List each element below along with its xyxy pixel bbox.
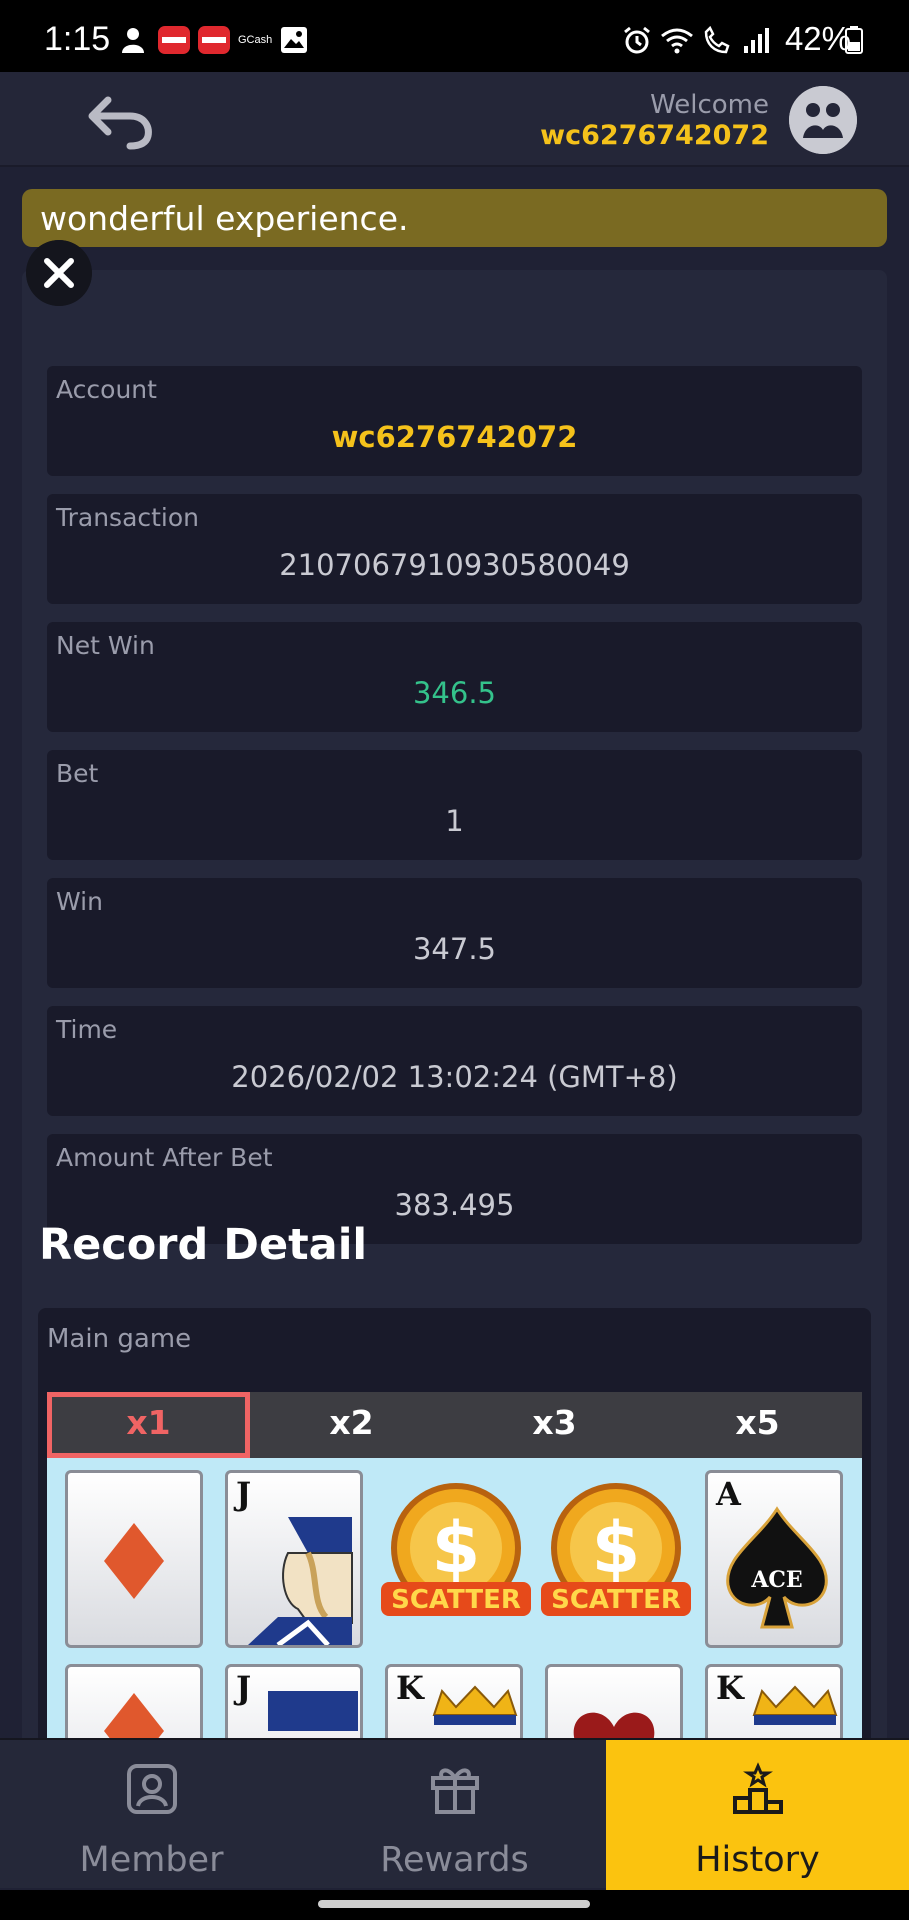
announcement-marquee: wonderful experience. (22, 189, 887, 247)
card-rank: K (396, 1669, 424, 1707)
battery-percent: 42% (784, 20, 851, 57)
close-icon[interactable] (26, 240, 92, 306)
field-net-win: Net Win 346.5 (47, 622, 862, 732)
field-value: 2107067910930580049 (279, 548, 630, 582)
tab-x2[interactable]: x2 (250, 1392, 453, 1458)
status-bar: 1:15 GCash 42% (0, 0, 909, 72)
field-value: 1 (445, 804, 464, 838)
nav-label: Rewards (380, 1840, 529, 1880)
scatter-label: SCATTER (551, 1585, 681, 1615)
multiplier-tabs: x1 x2 x3 x5 (47, 1392, 862, 1458)
field-value: 383.495 (394, 1188, 515, 1222)
field-label: Bet (56, 759, 99, 788)
field-label: Time (56, 1015, 118, 1044)
marquee-text: wonderful experience. (40, 199, 409, 238)
field-label: Net Win (56, 631, 155, 660)
status-time: 1:15 (44, 20, 111, 58)
home-indicator[interactable] (318, 1900, 590, 1908)
field-label: Account (56, 375, 157, 404)
card-rank: K (716, 1669, 744, 1707)
nav-rewards[interactable]: Rewards (303, 1740, 606, 1890)
battery-icon (845, 26, 863, 54)
back-arrow-icon[interactable] (86, 92, 156, 152)
tab-x1[interactable]: x1 (47, 1392, 250, 1458)
field-value: 347.5 (412, 932, 497, 966)
field-label: Win (56, 887, 103, 916)
app-screen: Welcome wc6276742072 wonderful experienc… (0, 72, 909, 1890)
field-account: Account wc6276742072 (47, 366, 862, 476)
nav-label: Member (79, 1840, 224, 1880)
nav-label: History (695, 1840, 820, 1880)
jack-card: J (225, 1470, 363, 1648)
crown-icon (752, 1685, 838, 1725)
tab-x5[interactable]: x5 (656, 1392, 859, 1458)
welcome-username: wc6276742072 (540, 120, 769, 151)
svg-text:$: $ (592, 1507, 641, 1589)
field-value: 2026/02/02 13:02:24 (GMT+8) (231, 1060, 678, 1094)
field-value: 346.5 (412, 676, 497, 710)
field-win: Win 347.5 (47, 878, 862, 988)
card-rank: J (236, 1669, 252, 1707)
ace-label: ACE (750, 1567, 802, 1593)
field-label: Transaction (56, 503, 200, 532)
jack-face-icon (248, 1517, 353, 1645)
app-icon-red-2 (198, 26, 230, 54)
spade-icon: ACE (726, 1506, 828, 1629)
alarm-icon (624, 26, 650, 54)
app-icon-red-1 (158, 26, 190, 54)
svg-text:$: $ (432, 1507, 481, 1589)
card-rank: J (236, 1475, 252, 1513)
field-value: wc6276742072 (331, 420, 578, 454)
signal-icon (744, 28, 769, 53)
field-bet: Bet 1 (47, 750, 862, 860)
welcome-label: Welcome (650, 90, 769, 120)
record-detail-title: Record Detail (39, 1220, 368, 1270)
field-time: Time 2026/02/02 13:02:24 (GMT+8) (47, 1006, 862, 1116)
scatter-coin-icon: $ SCATTER (381, 1483, 531, 1616)
nav-member[interactable]: Member (0, 1740, 303, 1890)
scatter-label: SCATTER (391, 1585, 521, 1615)
member-icon (126, 1764, 177, 1814)
wifi-icon (661, 28, 693, 54)
avatar-icon[interactable] (789, 86, 857, 154)
diamond-card-icon (65, 1470, 203, 1648)
user-silhouette-icon (122, 28, 144, 53)
gcash-icon: GCash (238, 34, 273, 46)
crown-icon (432, 1685, 518, 1725)
gallery-icon (281, 27, 307, 53)
diamond-suit-icon (104, 1523, 164, 1599)
jack-hat-icon (268, 1691, 358, 1731)
gift-icon (430, 1768, 479, 1814)
field-label: Amount After Bet (56, 1143, 273, 1172)
ace-card: A ACE (705, 1470, 843, 1648)
bottom-nav: Member Rewards History (0, 1738, 909, 1890)
main-game-label: Main game (47, 1324, 192, 1354)
scatter-coin-icon: $ SCATTER (541, 1483, 691, 1616)
top-header: Welcome wc6276742072 (0, 72, 909, 167)
wifi-call-icon (704, 26, 730, 54)
podium-icon (732, 1762, 783, 1814)
nav-history[interactable]: History (606, 1740, 909, 1890)
tab-x3[interactable]: x3 (453, 1392, 656, 1458)
field-transaction: Transaction 2107067910930580049 (47, 494, 862, 604)
